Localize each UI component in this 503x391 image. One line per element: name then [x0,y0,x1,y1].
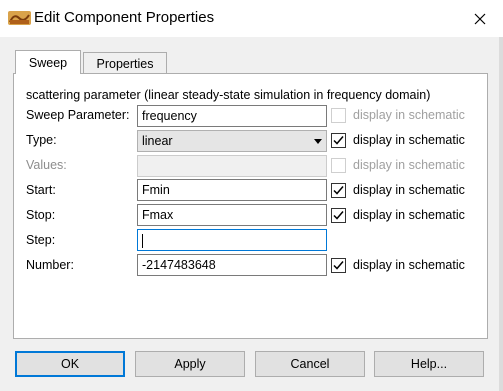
values-field[interactable] [137,155,327,177]
apply-button[interactable]: Apply [135,351,245,377]
stop-display-label: display in schematic [353,208,465,222]
checkmark-icon [333,186,344,195]
simulation-description: scattering parameter (linear steady-stat… [26,88,431,102]
stop-field[interactable]: Fmax [137,204,327,226]
checkmark-icon [333,261,344,270]
cancel-button[interactable]: Cancel [255,351,365,377]
stop-label: Stop: [26,208,56,222]
number-display-label: display in schematic [353,258,465,272]
start-field[interactable]: Fmin [137,179,327,201]
stop-display-checkbox[interactable] [331,208,346,223]
tab-properties[interactable]: Properties [83,52,167,74]
title-bar: Edit Component Properties [0,0,503,37]
window-title: Edit Component Properties [34,9,215,26]
type-dropdown-value: linear [142,134,173,148]
checkmark-icon [333,211,344,220]
start-label: Start: [26,183,56,197]
qucs-app-icon [8,9,31,27]
tab-properties-label: Properties [96,56,154,71]
values-display-checkbox[interactable] [331,158,346,173]
step-label: Step: [26,233,56,247]
start-display-label: display in schematic [353,183,465,197]
sweep-parameter-field[interactable]: frequency [137,105,327,127]
type-display-label: display in schematic [353,133,465,147]
type-display-checkbox[interactable] [331,133,346,148]
ok-button[interactable]: OK [15,351,125,377]
values-display-label: display in schematic [353,158,465,172]
close-button[interactable] [457,0,503,37]
number-field[interactable]: -2147483648 [137,254,327,276]
type-label: Type: [26,133,57,147]
window-edge [499,37,503,391]
sweep-parameter-display-label: display in schematic [353,108,465,122]
sweep-parameter-display-checkbox[interactable] [331,108,346,123]
values-label: Values: [26,158,67,172]
sweep-parameter-label: Sweep Parameter: [26,108,130,122]
help-button[interactable]: Help... [374,351,484,377]
close-icon [474,13,486,24]
number-display-checkbox[interactable] [331,258,346,273]
text-caret [142,233,143,248]
start-display-checkbox[interactable] [331,183,346,198]
tab-sweep[interactable]: Sweep [15,50,81,74]
checkmark-icon [333,136,344,145]
step-field[interactable] [137,229,327,251]
number-label: Number: [26,258,74,272]
chevron-down-icon [314,139,322,144]
tab-sweep-label: Sweep [28,55,68,70]
type-dropdown[interactable]: linear [137,130,327,152]
